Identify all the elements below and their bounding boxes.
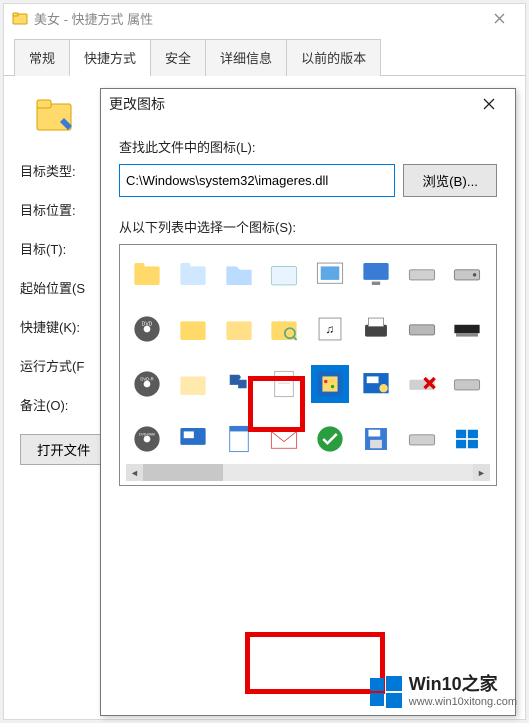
folder-plain-icon[interactable] <box>174 365 212 403</box>
label-target-loc: 目标位置: <box>20 200 96 219</box>
checkmark-icon[interactable] <box>311 420 349 458</box>
icon-dialog-titlebar: 更改图标 <box>101 89 515 119</box>
scroll-track[interactable] <box>143 464 473 481</box>
label-start-in: 起始位置(S <box>20 278 96 297</box>
tab-details[interactable]: 详细信息 <box>205 39 287 76</box>
icon-list: DVD ♫ DVD-R DVD-RAM ◄ ► <box>119 244 497 486</box>
scroll-left-icon[interactable]: ◄ <box>126 464 143 481</box>
folder-open-icon[interactable] <box>220 255 258 293</box>
dvdram-disc-icon[interactable]: DVD-RAM <box>128 420 166 458</box>
folder-search-icon[interactable] <box>265 310 303 348</box>
close-icon <box>483 98 495 110</box>
horizontal-scrollbar[interactable]: ◄ ► <box>126 464 490 481</box>
look-in-label: 查找此文件中的图标(L): <box>119 137 497 156</box>
doc-icon[interactable] <box>265 365 303 403</box>
icon-dialog-title: 更改图标 <box>109 94 471 114</box>
folder-front-icon[interactable] <box>174 255 212 293</box>
page-icon[interactable] <box>220 420 258 458</box>
folder-large-icon <box>34 94 74 134</box>
drive3-icon[interactable] <box>448 365 486 403</box>
svg-text:DVD-RAM: DVD-RAM <box>139 433 155 437</box>
open-file-location-button[interactable]: 打开文件 <box>20 434 107 465</box>
folder-yellow-icon[interactable] <box>174 310 212 348</box>
close-icon <box>494 13 505 24</box>
tab-bar: 常规 快捷方式 安全 详细信息 以前的版本 <box>4 32 525 76</box>
folder-yellow2-icon[interactable] <box>220 310 258 348</box>
watermark-url: www.win10xitong.com <box>409 696 517 709</box>
icon-dialog-close-button[interactable] <box>471 90 507 118</box>
watermark-title: Win10之家 <box>409 674 517 696</box>
monitor-app-icon[interactable] <box>174 420 212 458</box>
image-icon[interactable] <box>311 255 349 293</box>
control-item-icon[interactable] <box>357 365 395 403</box>
tab-security[interactable]: 安全 <box>150 39 206 76</box>
titlebar: 美女 - 快捷方式 属性 <box>4 4 525 32</box>
puzzle-icon[interactable] <box>220 365 258 403</box>
drive4-icon[interactable] <box>403 420 441 458</box>
tab-previous[interactable]: 以前的版本 <box>286 39 381 76</box>
folder-glass-icon[interactable] <box>265 255 303 293</box>
drive2-icon[interactable] <box>403 310 441 348</box>
label-run: 运行方式(F <box>20 356 96 375</box>
svg-text:DVD: DVD <box>142 322 153 328</box>
folder-icon <box>12 10 28 26</box>
label-target: 目标(T): <box>20 239 96 258</box>
monitor-icon[interactable] <box>357 255 395 293</box>
folder-icon[interactable] <box>128 255 166 293</box>
drive-x-icon[interactable] <box>403 365 441 403</box>
label-comment: 备注(O): <box>20 395 96 414</box>
change-icon-dialog: 更改图标 查找此文件中的图标(L): 浏览(B)... 从以下列表中选择一个图标… <box>100 88 516 716</box>
floppy-icon[interactable] <box>357 420 395 458</box>
mail-icon[interactable] <box>265 420 303 458</box>
tab-shortcut[interactable]: 快捷方式 <box>69 39 151 76</box>
window-title: 美女 - 快捷方式 属性 <box>34 9 477 28</box>
close-button[interactable] <box>477 5 521 31</box>
music-icon[interactable]: ♫ <box>311 310 349 348</box>
scroll-right-icon[interactable]: ► <box>473 464 490 481</box>
browse-button[interactable]: 浏览(B)... <box>403 164 497 197</box>
windows-logo-icon <box>369 675 403 709</box>
label-shortcut-key: 快捷键(K): <box>20 317 96 336</box>
scroll-thumb[interactable] <box>143 464 223 481</box>
label-target-type: 目标类型: <box>20 161 96 180</box>
video-icon[interactable] <box>311 365 349 403</box>
dvdr-disc-icon[interactable]: DVD-R <box>128 365 166 403</box>
svg-text:DVD-R: DVD-R <box>140 377 153 382</box>
optical-drive-icon[interactable] <box>448 255 486 293</box>
svg-text:♫: ♫ <box>326 323 335 336</box>
watermark: Win10之家 www.win10xitong.com <box>369 674 517 709</box>
window-icon[interactable] <box>448 420 486 458</box>
drive-icon[interactable] <box>403 255 441 293</box>
printer-icon[interactable] <box>357 310 395 348</box>
tab-general[interactable]: 常规 <box>14 39 70 76</box>
ram-icon[interactable] <box>448 310 486 348</box>
select-icon-label: 从以下列表中选择一个图标(S): <box>119 217 497 236</box>
dvd-disc-icon[interactable]: DVD <box>128 310 166 348</box>
icon-path-input[interactable] <box>119 164 395 197</box>
